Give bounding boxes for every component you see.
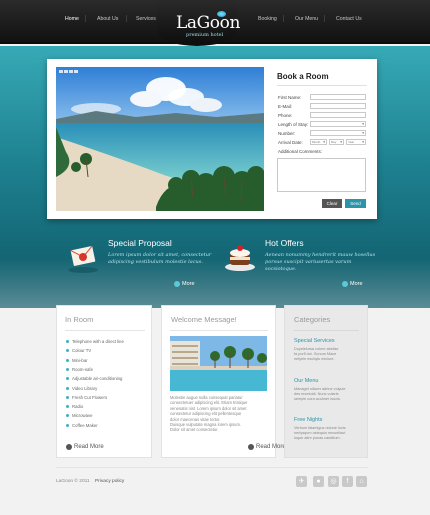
more-arrow-icon[interactable]	[174, 281, 180, 287]
logo-bubble-icon	[217, 11, 226, 17]
list-bullet-icon	[66, 340, 69, 343]
home-icon[interactable]: ⌂	[356, 476, 367, 487]
first-name-field[interactable]	[310, 94, 366, 100]
nav-home[interactable]: Home	[65, 16, 79, 22]
in-room-item[interactable]: Adjustable air-conditioning	[72, 376, 122, 381]
email-label: E-Mail:	[278, 104, 293, 109]
in-room-item[interactable]: Telephone with a direct line	[72, 339, 124, 344]
arrival-month-select[interactable]: Month	[310, 139, 327, 145]
in-room-item[interactable]: Room-safe	[72, 367, 93, 372]
category-free-nights-text: Verbum falamigus nolune locis nerlysqum …	[294, 426, 346, 440]
in-room-item[interactable]: Microwave	[72, 413, 93, 418]
category-our-menu-text: Managet ollaver adrine volyuie des erset…	[294, 387, 346, 401]
special-proposal-more-link[interactable]: More	[182, 281, 195, 287]
first-name-label: First Name:	[278, 95, 302, 100]
nav-divider	[283, 15, 284, 22]
in-room-item[interactable]: Fresh Cut Flowers	[72, 395, 107, 400]
twitter-icon[interactable]: ✈	[296, 476, 307, 487]
in-room-panel	[56, 305, 152, 458]
footer-privacy-link[interactable]: Privacy policy	[95, 479, 124, 484]
arrival-day-select[interactable]: Day	[329, 139, 344, 145]
category-special-services[interactable]: Special Services	[294, 338, 335, 344]
in-room-item[interactable]: Radio	[72, 404, 83, 409]
categories-divider	[293, 330, 359, 331]
arrival-year-select[interactable]: Year	[346, 139, 366, 145]
nav-divider	[85, 15, 86, 22]
nav-booking[interactable]: Booking	[258, 16, 277, 22]
special-proposal-text: Lorem ipsum dolor sit amet, consectetur …	[108, 252, 212, 265]
list-bullet-icon	[66, 367, 69, 371]
nav-divider	[324, 15, 325, 22]
cake-icon	[225, 245, 255, 271]
nav-contact-us[interactable]: Contact Us	[336, 16, 362, 22]
category-free-nights[interactable]: Free Nights	[294, 417, 322, 423]
list-bullet-icon	[66, 386, 69, 390]
booking-title: Book a Room	[277, 72, 329, 81]
brand-tagline: premium hotel	[186, 32, 224, 38]
welcome-title: Welcome Message!	[171, 315, 237, 324]
nav-divider	[126, 15, 127, 22]
hot-offers-title: Hot Offers	[265, 238, 304, 248]
slider-dots[interactable]	[59, 70, 78, 73]
in-room-title: In Room	[65, 315, 94, 324]
in-room-item[interactable]: Coffee Maker	[72, 423, 98, 428]
nav-services[interactable]: Services	[136, 16, 156, 22]
send-button[interactable]: Send	[345, 199, 366, 208]
length-of-stay-select[interactable]	[310, 121, 366, 127]
list-bullet-icon	[66, 358, 69, 362]
in-room-read-more[interactable]: Read More	[74, 444, 104, 450]
welcome-read-more[interactable]: Read More	[256, 444, 286, 450]
more-arrow-icon[interactable]	[342, 281, 348, 287]
length-of-stay-label: Length of Stay:	[278, 122, 309, 127]
in-room-divider	[65, 330, 145, 331]
read-more-icon[interactable]	[248, 444, 254, 450]
email-field[interactable]	[310, 103, 366, 109]
comments-textarea[interactable]	[277, 158, 366, 192]
phone-label: Phone:	[278, 113, 293, 118]
flickr-icon[interactable]: ●	[313, 476, 324, 487]
in-room-item[interactable]: Colour TV	[72, 348, 91, 353]
number-select[interactable]	[310, 130, 366, 136]
list-bullet-icon	[66, 423, 69, 427]
brand-logo[interactable]: LaGoon	[176, 13, 240, 33]
categories-title: Categories	[294, 315, 331, 324]
facebook-icon[interactable]: f	[342, 476, 353, 487]
nav-our-menu[interactable]: Our Menu	[295, 16, 318, 22]
booking-divider	[277, 85, 367, 86]
phone-field[interactable]	[310, 112, 366, 118]
clear-button[interactable]: Clear	[322, 199, 342, 208]
in-room-item[interactable]: Mini-bar	[72, 358, 88, 363]
list-bullet-icon	[66, 395, 69, 399]
footer-divider	[56, 467, 368, 468]
number-label: Number:	[278, 131, 296, 136]
resort-pool-photo	[170, 336, 267, 391]
welcome-paragraph: Molestie augue nulla consequat pariatur …	[170, 395, 248, 433]
special-proposal-title: Special Proposal	[108, 238, 172, 248]
in-room-item[interactable]: Video Library	[72, 386, 97, 391]
envelope-icon	[68, 245, 98, 273]
category-special-services-text: Duystelursa volore abellse fa porfl dui.…	[294, 347, 339, 361]
arrival-date-label: Arrival Date:	[278, 140, 303, 145]
nav-about-us[interactable]: About Us	[97, 16, 118, 22]
hot-offers-more-link[interactable]: More	[350, 281, 363, 287]
read-more-icon[interactable]	[66, 444, 72, 450]
comments-label: Additional Comments:	[278, 149, 323, 154]
chat-icon[interactable]: ◎	[328, 476, 339, 487]
hot-offers-text: Aenean nonummy hendrerit mauw hosellus p…	[265, 252, 376, 272]
welcome-divider	[170, 330, 268, 331]
category-our-menu[interactable]: Our Menu	[294, 378, 318, 384]
beach-photo	[56, 67, 264, 211]
footer-copyright: LaGoon © 2011	[56, 479, 90, 484]
